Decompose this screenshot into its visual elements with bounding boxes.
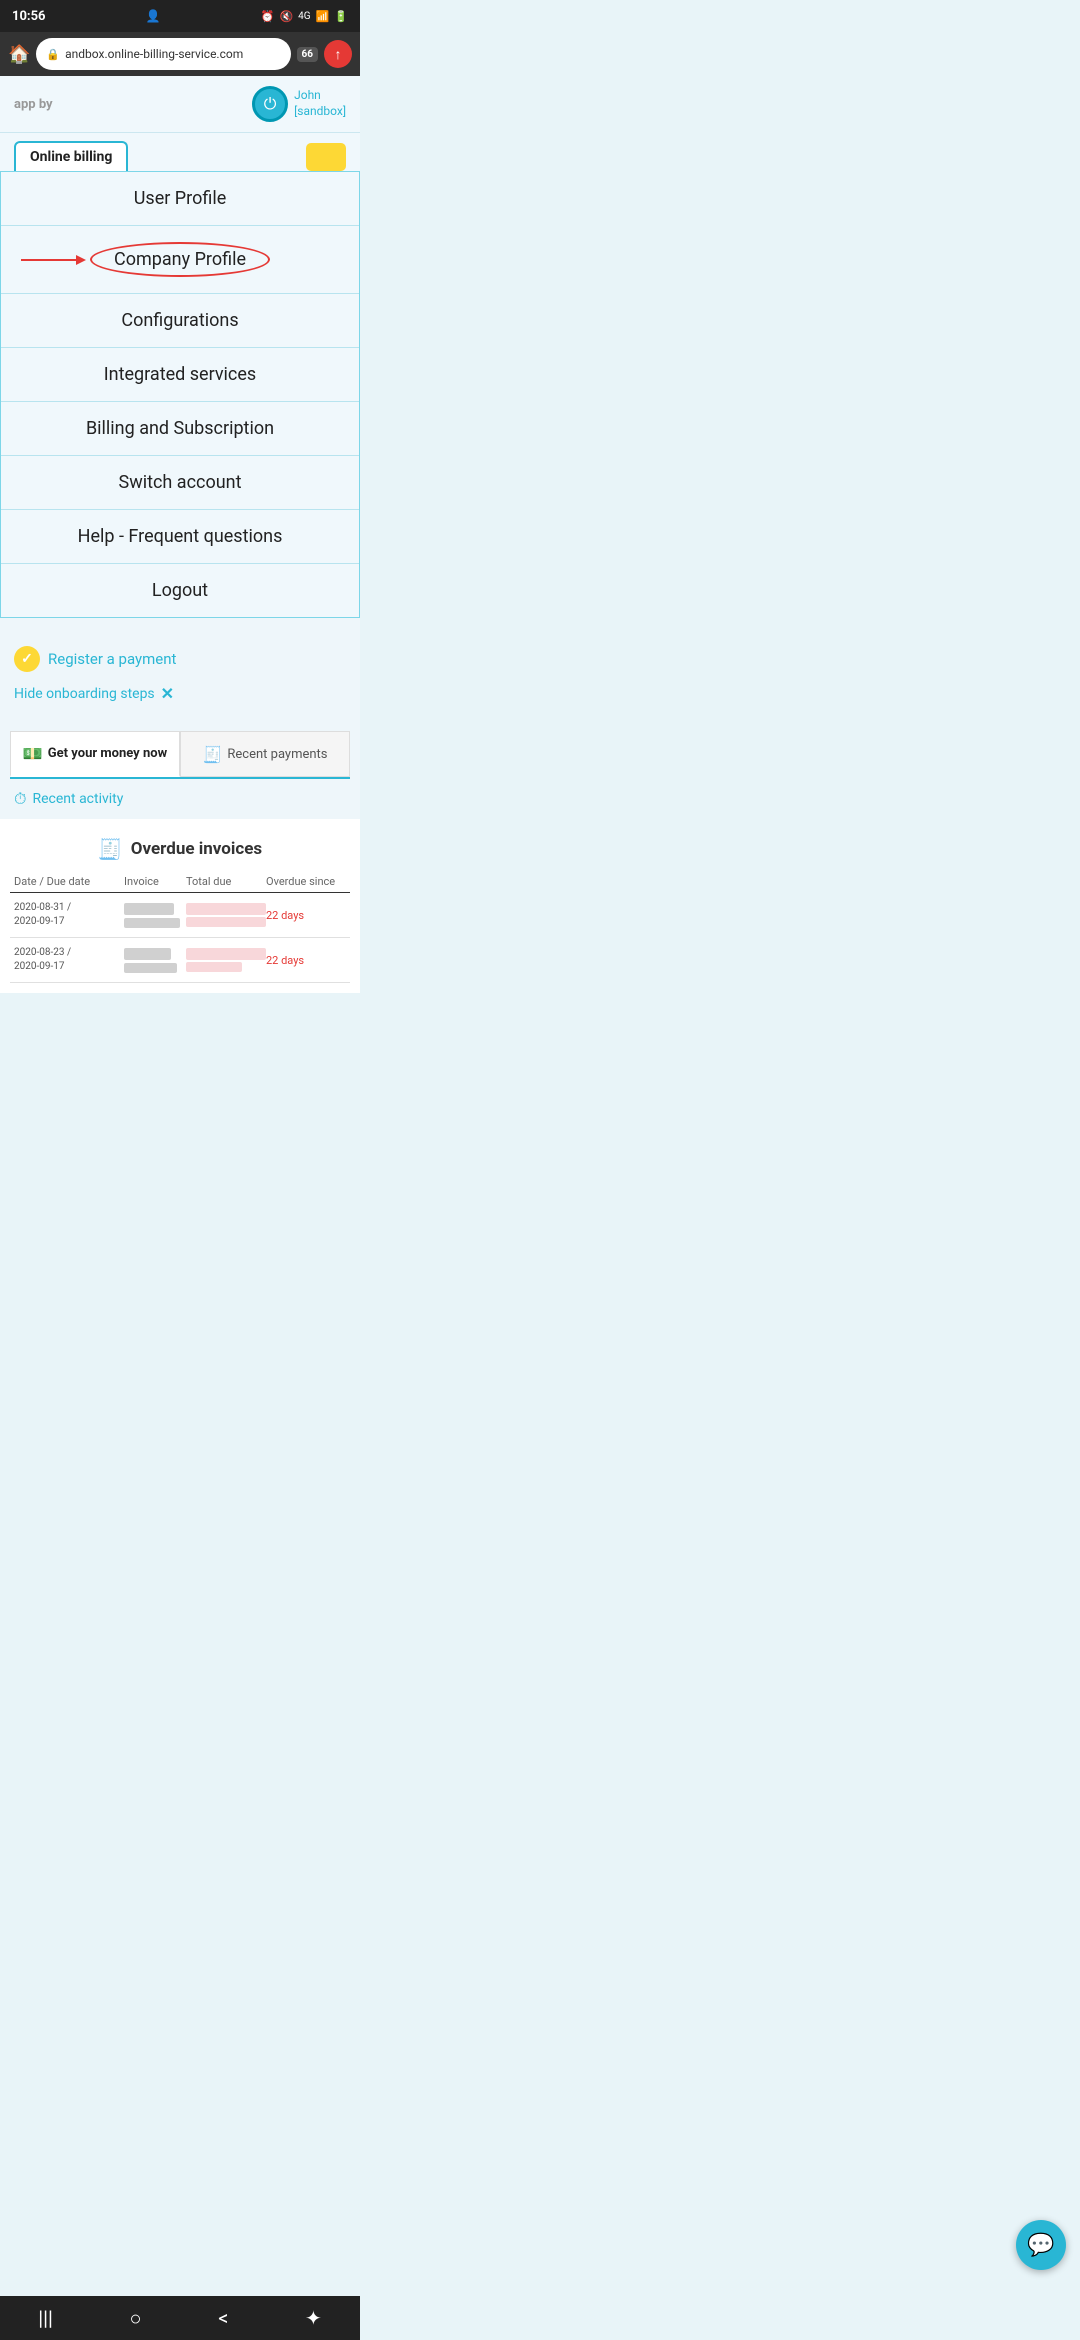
onboarding-section: ✓ Register a payment Hide onboarding ste… [0, 632, 360, 721]
nav-menu-icon[interactable]: ||| [38, 2306, 53, 2330]
col-overdue: Overdue since [266, 875, 346, 888]
app-title-tab[interactable]: Online billing [14, 141, 128, 171]
yellow-button[interactable] [306, 143, 346, 171]
tab-recent-payments-label: Recent payments [227, 747, 327, 762]
overdue-invoices-section: 🧾 Overdue invoices Date / Due date Invoi… [0, 819, 360, 993]
money-icon: 💵 [23, 744, 43, 763]
url-text: andbox.online-billing-service.com [65, 47, 243, 61]
app-logo: app by [14, 97, 53, 112]
tab-recent-payments[interactable]: 🧾 Recent payments [180, 731, 350, 777]
bottom-nav: ||| ○ < ✦ [0, 2296, 360, 2340]
upload-button[interactable]: ↑ [324, 40, 352, 68]
tabs-row: 💵 Get your money now 🧾 Recent payments [10, 731, 350, 779]
nav-back-icon[interactable]: < [218, 2306, 228, 2330]
url-box[interactable]: 🔒 andbox.online-billing-service.com [36, 38, 290, 70]
app-header: app by ⏻ John [sandbox] [0, 76, 360, 133]
chat-bubble[interactable]: 💬 [1016, 2220, 1066, 2270]
total-cell-1 [186, 903, 266, 927]
total-cell-2 [186, 948, 266, 972]
lock-icon: 🔒 [46, 48, 60, 61]
menu-item-help[interactable]: Help - Frequent questions [1, 510, 359, 564]
menu-item-company-profile[interactable]: Company Profile [1, 226, 359, 294]
close-icon[interactable]: ✕ [161, 684, 174, 703]
chat-icon: 💬 [1027, 2233, 1054, 2258]
invoice-cell-1 [124, 903, 186, 928]
recent-activity-label: Recent activity [32, 791, 123, 807]
menu-item-logout[interactable]: Logout [1, 564, 359, 617]
yellow-check-icon: ✓ [14, 646, 40, 672]
tab-get-money[interactable]: 💵 Get your money now [10, 731, 180, 777]
invoice-cell-2 [124, 948, 186, 973]
col-invoice: Invoice [124, 875, 186, 888]
signal-icon: 📶 [316, 10, 330, 23]
table-row[interactable]: 2020-08-23 /2020-09-17 22 days [10, 938, 350, 983]
payments-icon: 🧾 [202, 745, 222, 764]
user-section: ⏻ John [sandbox] [252, 86, 346, 122]
overdue-since-cell-1: 22 days [266, 909, 346, 922]
hide-onboarding-row[interactable]: Hide onboarding steps ✕ [14, 678, 346, 713]
nav-accessibility-icon[interactable]: ✦ [305, 2306, 322, 2330]
register-payment-row[interactable]: ✓ Register a payment [14, 640, 346, 678]
menu-item-integrated-services[interactable]: Integrated services [1, 348, 359, 402]
status-bar: 10:56 👤 ⏰ 🔇 4G 📶 🔋 [0, 0, 360, 32]
company-profile-label: Company Profile [90, 242, 270, 277]
arrow-annotation [21, 250, 91, 270]
arrow-svg [21, 250, 91, 270]
tab-count[interactable]: 66 [297, 47, 318, 62]
register-payment-label: Register a payment [48, 650, 176, 668]
hide-onboarding-label: Hide onboarding steps [14, 686, 155, 702]
tab-get-money-label: Get your money now [48, 746, 167, 761]
mute-icon: 🔇 [279, 10, 293, 23]
home-icon[interactable]: 🏠 [8, 44, 30, 65]
col-date: Date / Due date [14, 875, 124, 888]
overdue-icon: 🧾 [98, 837, 123, 861]
main-content: ✓ Register a payment Hide onboarding ste… [0, 618, 360, 993]
menu-item-user-profile[interactable]: User Profile [1, 172, 359, 226]
user-name: John [sandbox] [294, 88, 346, 119]
battery-icon: 🔋 [334, 10, 348, 23]
dropdown-menu: User Profile Company Profile Configurati… [0, 171, 360, 618]
table-row[interactable]: 2020-08-31 /2020-09-17 22 days [10, 893, 350, 938]
table-header: Date / Due date Invoice Total due Overdu… [10, 871, 350, 893]
status-icons: ⏰ 🔇 4G 📶 🔋 [261, 10, 348, 23]
date-cell-1: 2020-08-31 /2020-09-17 [14, 901, 124, 929]
clock-icon: ⏱ [14, 789, 26, 809]
overdue-since-cell-2: 22 days [266, 954, 346, 967]
col-total: Total due [186, 875, 266, 888]
alarm-icon: ⏰ [261, 10, 275, 23]
recent-activity-row[interactable]: ⏱ Recent activity [0, 779, 360, 819]
status-time: 10:56 [12, 9, 46, 24]
4g-icon: 4G [298, 11, 310, 22]
menu-item-switch-account[interactable]: Switch account [1, 456, 359, 510]
nav-home-icon[interactable]: ○ [130, 2306, 142, 2331]
logo-text: app by [14, 97, 53, 112]
date-cell-2: 2020-08-23 /2020-09-17 [14, 946, 124, 974]
browser-bar: 🏠 🔒 andbox.online-billing-service.com 66… [0, 32, 360, 76]
user-power-button[interactable]: ⏻ [252, 86, 288, 122]
app-title-bar: Online billing [0, 133, 360, 171]
status-person-icon: 👤 [146, 9, 161, 23]
menu-item-configurations[interactable]: Configurations [1, 294, 359, 348]
overdue-title-label: Overdue invoices [131, 839, 262, 859]
overdue-invoices-title: 🧾 Overdue invoices [10, 829, 350, 871]
menu-item-billing-subscription[interactable]: Billing and Subscription [1, 402, 359, 456]
